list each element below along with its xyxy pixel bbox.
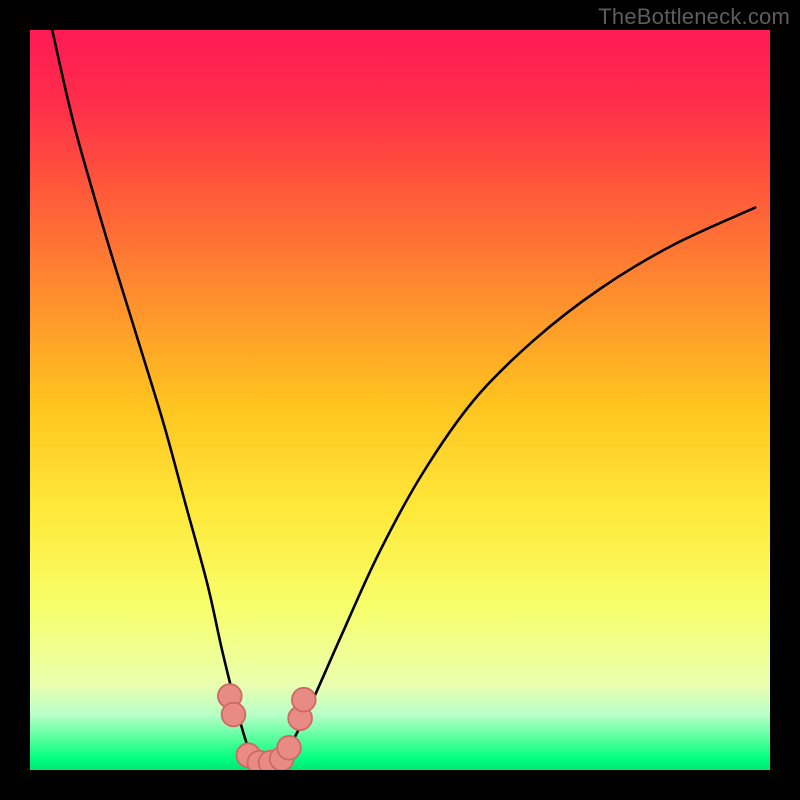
curve-markers <box>218 684 316 770</box>
chart-frame: TheBottleneck.com <box>0 0 800 800</box>
watermark-text: TheBottleneck.com <box>598 4 790 30</box>
bottleneck-curve <box>52 30 755 769</box>
curve-marker <box>277 736 301 760</box>
plot-area <box>30 30 770 770</box>
curve-marker <box>292 688 316 712</box>
curve-marker <box>222 703 246 727</box>
curve-layer <box>30 30 770 770</box>
